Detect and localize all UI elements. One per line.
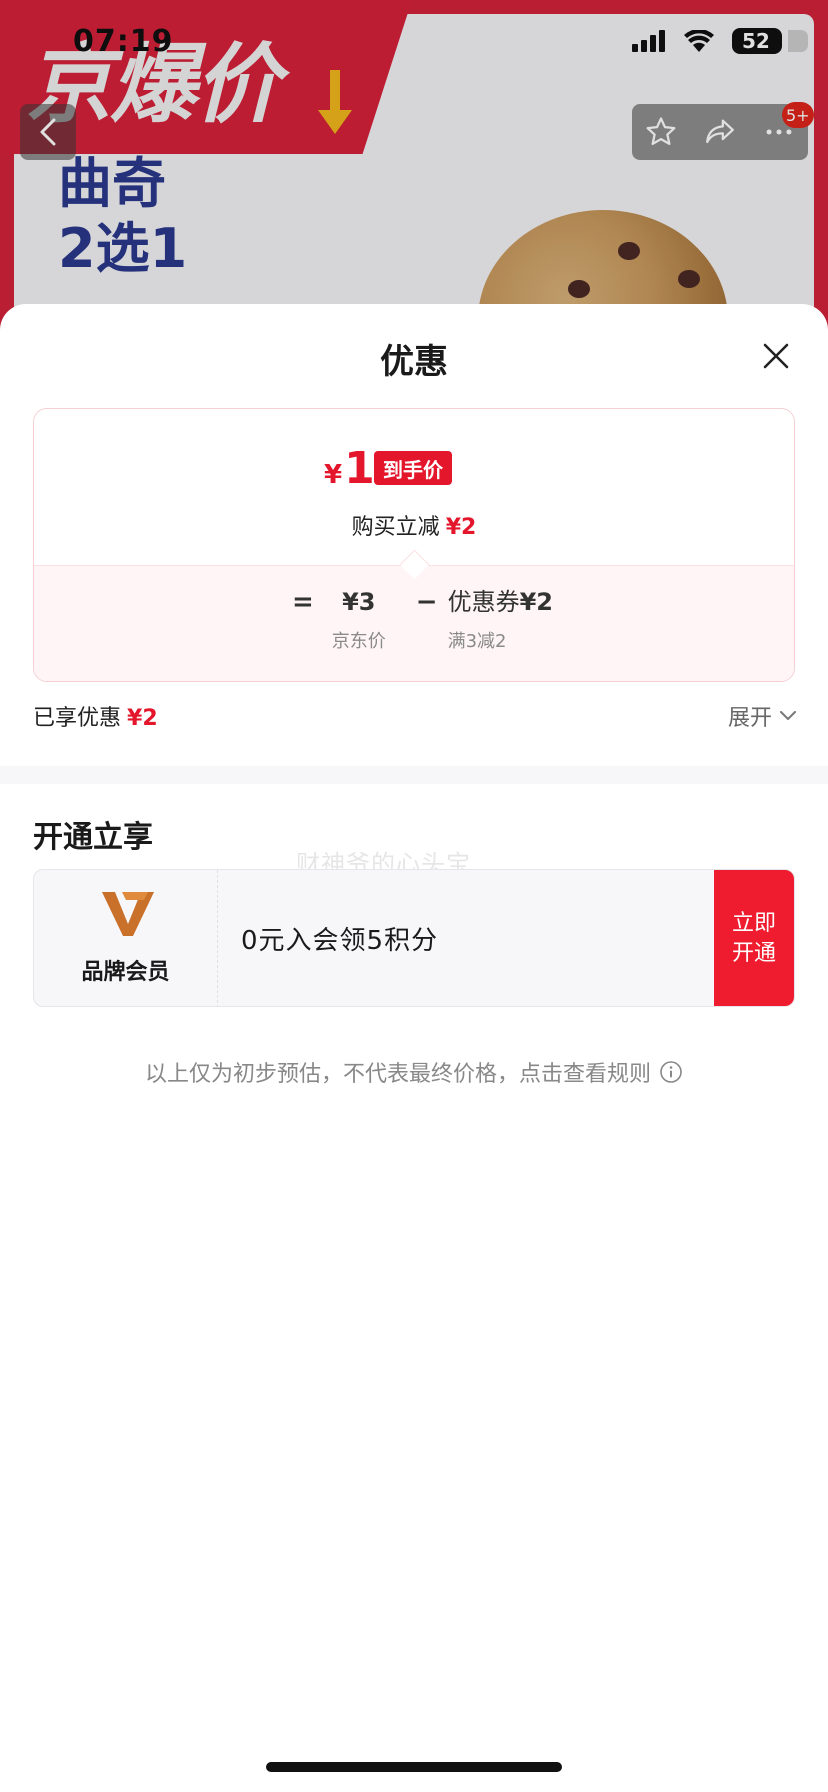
coupon-rule: 满3减2 xyxy=(447,631,507,652)
member-offer-text: 0元入会领5积分 xyxy=(241,926,439,956)
status-icons: 52 xyxy=(632,28,808,54)
minus-sign: − xyxy=(415,587,438,617)
base-price: ¥3 xyxy=(342,588,376,616)
expand-button[interactable]: 展开 xyxy=(728,700,796,732)
enjoyed-label: 已享优惠 xyxy=(33,706,122,731)
back-button[interactable] xyxy=(20,104,76,160)
close-button[interactable] xyxy=(756,336,796,376)
chevron-left-icon xyxy=(40,118,56,146)
cellular-signal-icon xyxy=(632,30,665,52)
final-price-tag: 到手价 xyxy=(374,451,452,485)
price-down-arrow-icon xyxy=(318,70,352,134)
info-icon xyxy=(660,1061,682,1083)
product-subtitle: 曲奇 2选1 xyxy=(58,152,188,280)
rules-link[interactable]: 以上仅为初步预估，不代表最终价格，点击查看规则 xyxy=(0,1056,828,1088)
enjoyed-discount: 已享优惠 ¥2 xyxy=(33,700,158,732)
close-icon xyxy=(763,343,789,369)
discount-sheet: 优惠 ¥ 1 到手价 购买立减¥2 = ¥3 京东价 − 优惠券¥2 满3减2 xyxy=(0,304,828,1792)
home-indicator[interactable] xyxy=(266,1762,562,1772)
discount-line: 购买立减 ¥2 xyxy=(34,509,794,541)
discount-label: 购买立减 xyxy=(351,515,440,540)
final-price-currency: ¥ xyxy=(324,460,343,490)
open-section-title: 开通立享 xyxy=(33,820,153,855)
message-count-badge: 5+ xyxy=(782,102,814,128)
final-price-value: 1 xyxy=(344,443,375,494)
coupon-amount: ¥2 xyxy=(519,588,553,616)
disclaimer-text: 以上仅为初步预估，不代表最终价格，点击查看规则 xyxy=(144,1062,651,1087)
equals-sign: = xyxy=(292,587,314,617)
star-icon[interactable] xyxy=(644,115,678,149)
sheet-title: 优惠 xyxy=(380,342,448,382)
price-summary xyxy=(34,409,794,565)
coupon-column: 优惠券¥2 满3减2 xyxy=(448,585,553,653)
brand-member-card[interactable]: 品牌会员 0元入会领5积分 立即 开通 xyxy=(33,869,795,1007)
section-divider xyxy=(0,766,828,784)
base-price-column: ¥3 京东价 xyxy=(332,585,386,653)
open-membership-button[interactable]: 立即 开通 xyxy=(714,870,794,1006)
discount-amount: ¥2 xyxy=(445,515,477,540)
battery-level: 52 xyxy=(742,29,770,53)
price-formula: = ¥3 京东价 − 优惠券¥2 满3减2 xyxy=(292,585,553,653)
chevron-down-icon xyxy=(780,711,796,720)
member-logo-box: 品牌会员 xyxy=(34,870,218,1006)
status-time: 07:19 xyxy=(73,24,174,59)
coupon-label: 优惠券 xyxy=(447,588,520,616)
coupon-line: 优惠券¥2 xyxy=(448,585,553,619)
share-icon[interactable] xyxy=(703,115,737,149)
expand-label: 展开 xyxy=(727,706,772,731)
price-breakdown-card: ¥ 1 到手价 购买立减 ¥2 = ¥3 京东价 − 优惠券¥2 满3减2 xyxy=(33,408,795,682)
base-price-label: 京东价 xyxy=(331,631,386,652)
member-brand-label: 品牌会员 xyxy=(81,960,170,985)
battery-icon: 52 xyxy=(732,28,808,54)
brand-member-logo-icon xyxy=(102,892,154,936)
final-price: ¥ 1 xyxy=(324,447,375,491)
wifi-icon xyxy=(684,30,714,52)
enjoyed-amount: ¥2 xyxy=(127,706,158,731)
